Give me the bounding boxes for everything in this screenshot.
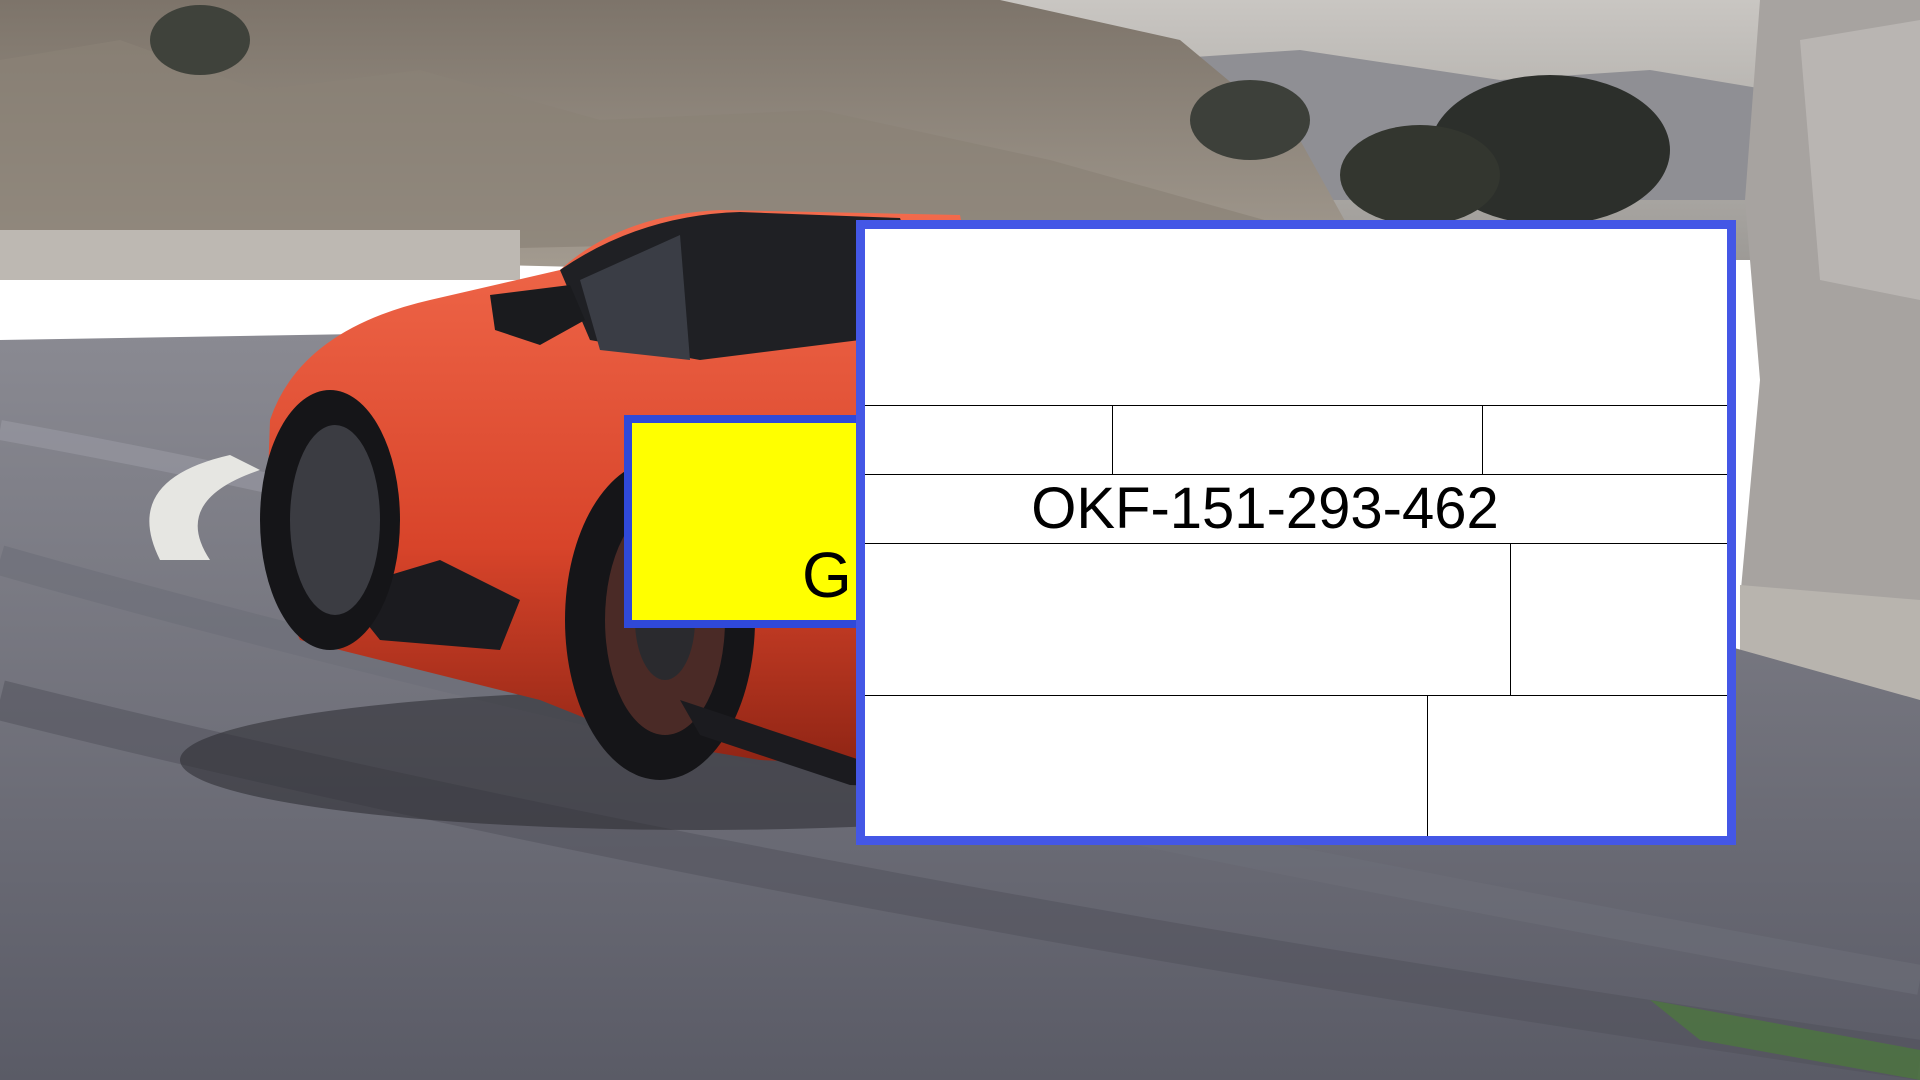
form-row-2: [865, 406, 1727, 475]
form-row-5: [865, 696, 1727, 836]
serial-number-text: OKF-151-293-462: [1031, 476, 1499, 541]
form-cell-5-2[interactable]: [1428, 696, 1727, 836]
yellow-popup-panel[interactable]: G: [624, 415, 864, 628]
form-row-header: [865, 229, 1727, 406]
form-cell-header[interactable]: [865, 229, 1727, 405]
form-grid: OKF-151-293-462: [865, 229, 1727, 836]
form-cell-5-1[interactable]: [865, 696, 1428, 836]
form-cell-2-3[interactable]: [1483, 406, 1727, 474]
form-cell-2-2[interactable]: [1113, 406, 1483, 474]
form-cell-4-2[interactable]: [1511, 544, 1727, 695]
form-panel[interactable]: OKF-151-293-462: [856, 220, 1736, 845]
form-cell-2-1[interactable]: [865, 406, 1113, 474]
form-row-4: [865, 544, 1727, 696]
form-row-serial: OKF-151-293-462: [865, 475, 1727, 544]
form-cell-serial[interactable]: OKF-151-293-462: [865, 475, 1665, 543]
yellow-popup-label: G: [802, 539, 852, 611]
form-cell-4-1[interactable]: [865, 544, 1511, 695]
